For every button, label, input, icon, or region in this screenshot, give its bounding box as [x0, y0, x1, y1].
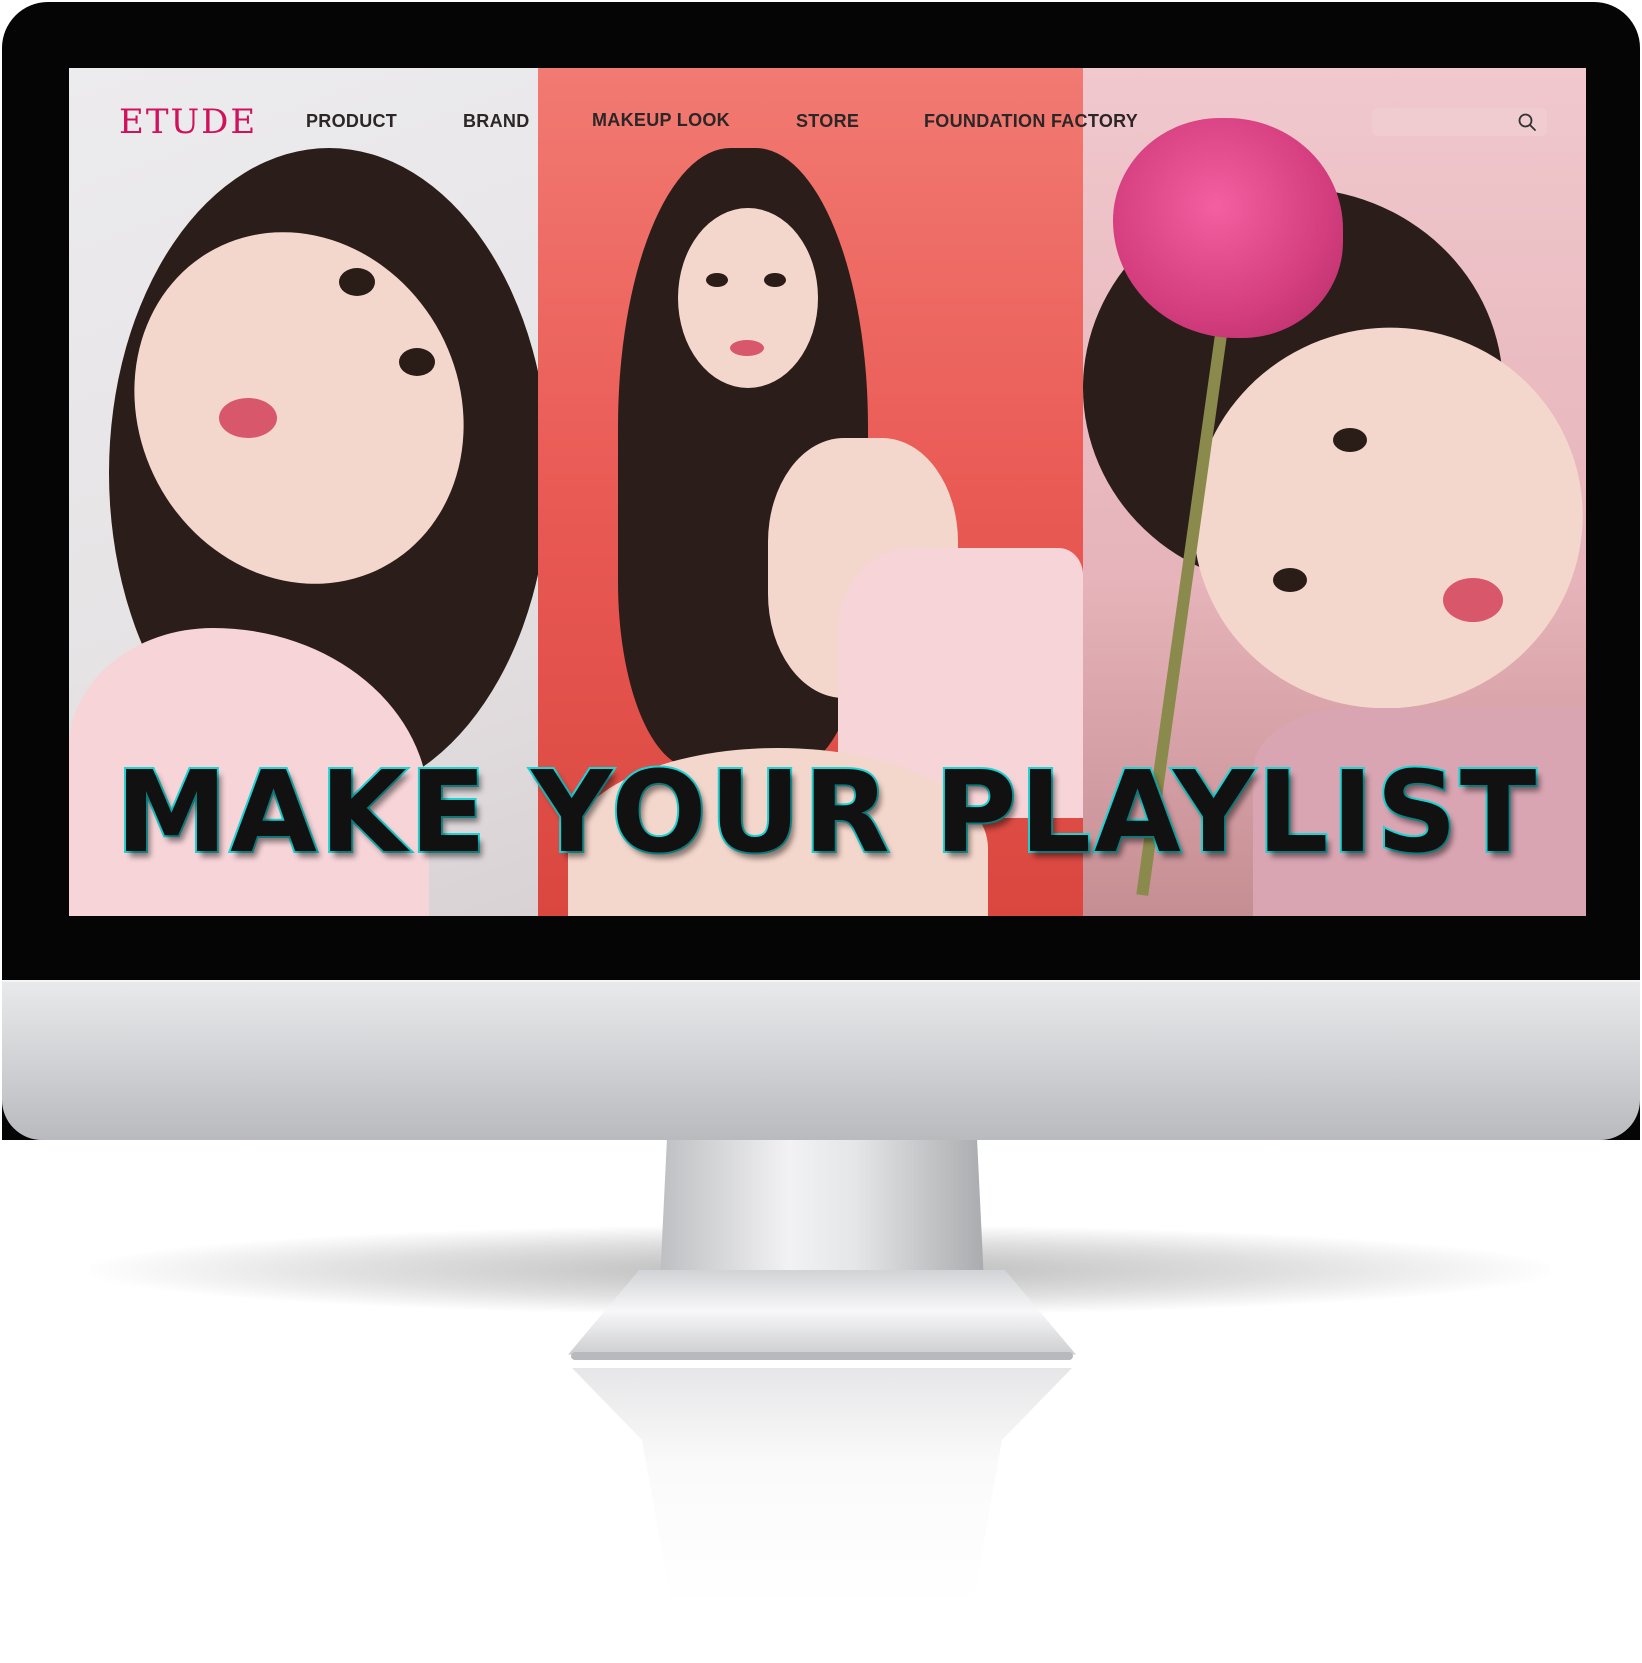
model-lips: [219, 398, 277, 438]
monitor-stand-edge: [571, 1352, 1073, 1360]
monitor-screen: ETUDE PRODUCT BRAND MAKEUP LOOK STORE FO…: [69, 68, 1586, 916]
nav-item-product[interactable]: PRODUCT: [306, 111, 397, 132]
nav-item-foundation-factory[interactable]: FOUNDATION FACTORY: [924, 111, 1138, 132]
search-input[interactable]: [1372, 108, 1547, 136]
chin-divider: [2, 980, 1640, 982]
model-eye: [706, 273, 728, 287]
nav-item-brand[interactable]: BRAND: [463, 111, 530, 132]
monitor-stand-base: [568, 1270, 1076, 1355]
nav-item-store[interactable]: STORE: [796, 111, 859, 132]
stand-reflection: [572, 1368, 1072, 1608]
model-eye: [1273, 568, 1307, 592]
model-eye: [764, 273, 786, 287]
top-navigation: ETUDE PRODUCT BRAND MAKEUP LOOK STORE FO…: [69, 68, 1586, 178]
model-eye: [1333, 428, 1367, 452]
brand-logo[interactable]: ETUDE: [119, 102, 257, 142]
model-lips: [1443, 578, 1503, 622]
search-icon[interactable]: [1517, 112, 1537, 132]
hero-headline: MAKE YOUR PLAYLIST: [114, 746, 1540, 880]
model-eye: [399, 348, 435, 376]
model-lips: [730, 340, 764, 356]
monitor-chin: [2, 980, 1640, 1140]
nav-item-makeup-look[interactable]: MAKEUP LOOK: [592, 110, 730, 131]
model-face: [678, 208, 818, 388]
model-eye: [339, 268, 375, 296]
